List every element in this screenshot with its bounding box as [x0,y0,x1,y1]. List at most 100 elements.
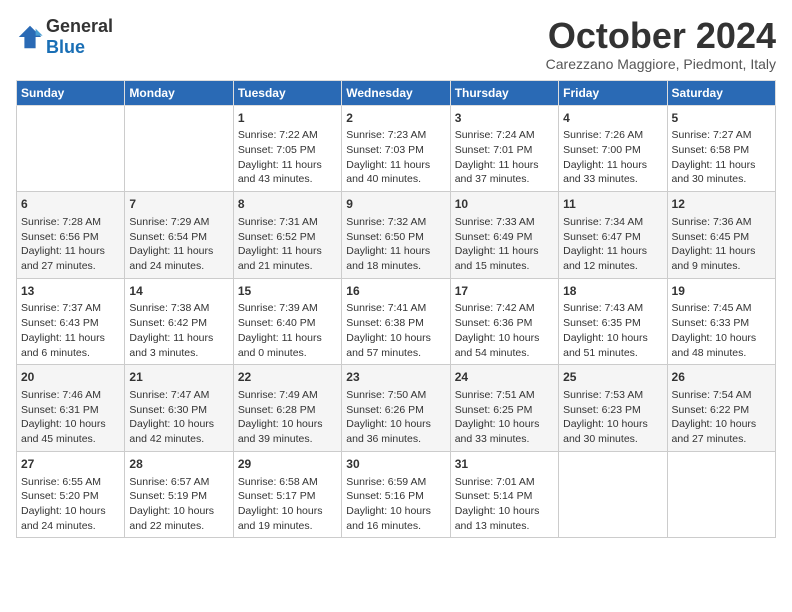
day-number: 26 [672,369,771,386]
day-number: 30 [346,456,445,473]
calendar-cell: 1Sunrise: 7:22 AM Sunset: 7:05 PM Daylig… [233,105,341,192]
cell-sun-info: Sunrise: 7:27 AM Sunset: 6:58 PM Dayligh… [672,128,771,187]
cell-sun-info: Sunrise: 6:59 AM Sunset: 5:16 PM Dayligh… [346,475,445,534]
day-number: 4 [563,110,662,127]
cell-sun-info: Sunrise: 7:28 AM Sunset: 6:56 PM Dayligh… [21,215,120,274]
calendar-cell: 10 Sunrise: 7:33 AM Sunset: 6:49 PM Dayli… [450,192,558,279]
cell-sun-info: Sunrise: 7:49 AM Sunset: 6:28 PM Dayligh… [238,388,337,447]
calendar-cell: 25 Sunrise: 7:53 AM Sunset: 6:23 PM Dayli… [559,365,667,452]
day-number: 16 [346,283,445,300]
day-number: 31 [455,456,554,473]
calendar-cell: 3Sunrise: 7:24 AM Sunset: 7:01 PM Daylig… [450,105,558,192]
cell-sun-info: Sunrise: 7:32 AM Sunset: 6:50 PM Dayligh… [346,215,445,274]
calendar-week-row: 13Sunrise: 7:37 AM Sunset: 6:43 PM Dayli… [17,278,776,365]
logo-blue-text: Blue [46,37,85,57]
cell-sun-info: Sunrise: 7:53 AM Sunset: 6:23 PM Dayligh… [563,388,662,447]
calendar-week-row: 6 Sunrise: 7:28 AM Sunset: 6:56 PM Daylig… [17,192,776,279]
cell-sun-info: Sunrise: 7:45 AM Sunset: 6:33 PM Dayligh… [672,301,771,360]
calendar-cell: 20 Sunrise: 7:46 AM Sunset: 6:31 PM Dayli… [17,365,125,452]
day-number: 25 [563,369,662,386]
calendar-cell: 21Sunrise: 7:47 AM Sunset: 6:30 PM Dayli… [125,365,233,452]
title-block: October 2024 Carezzano Maggiore, Piedmon… [546,16,776,72]
day-number: 7 [129,196,228,213]
calendar-cell [559,451,667,538]
day-number: 3 [455,110,554,127]
page-header: General Blue October 2024 Carezzano Magg… [16,16,776,72]
cell-sun-info: Sunrise: 7:46 AM Sunset: 6:31 PM Dayligh… [21,388,120,447]
day-number: 8 [238,196,337,213]
day-header-sunday: Sunday [17,80,125,105]
calendar-table: SundayMondayTuesdayWednesdayThursdayFrid… [16,80,776,539]
cell-sun-info: Sunrise: 7:34 AM Sunset: 6:47 PM Dayligh… [563,215,662,274]
day-number: 11 [563,196,662,213]
day-number: 18 [563,283,662,300]
day-header-saturday: Saturday [667,80,775,105]
calendar-cell: 27 Sunrise: 6:55 AM Sunset: 5:20 PM Dayli… [17,451,125,538]
calendar-week-row: 27 Sunrise: 6:55 AM Sunset: 5:20 PM Dayli… [17,451,776,538]
cell-sun-info: Sunrise: 7:54 AM Sunset: 6:22 PM Dayligh… [672,388,771,447]
cell-sun-info: Sunrise: 6:58 AM Sunset: 5:17 PM Dayligh… [238,475,337,534]
location-title: Carezzano Maggiore, Piedmont, Italy [546,56,776,72]
day-number: 10 [455,196,554,213]
calendar-cell: 23 Sunrise: 7:50 AM Sunset: 6:26 PM Dayli… [342,365,450,452]
cell-sun-info: Sunrise: 7:22 AM Sunset: 7:05 PM Dayligh… [238,128,337,187]
day-number: 29 [238,456,337,473]
calendar-cell: 2Sunrise: 7:23 AM Sunset: 7:03 PM Daylig… [342,105,450,192]
cell-sun-info: Sunrise: 7:50 AM Sunset: 6:26 PM Dayligh… [346,388,445,447]
calendar-cell: 22Sunrise: 7:49 AM Sunset: 6:28 PM Dayli… [233,365,341,452]
day-header-wednesday: Wednesday [342,80,450,105]
calendar-cell: 24Sunrise: 7:51 AM Sunset: 6:25 PM Dayli… [450,365,558,452]
cell-sun-info: Sunrise: 7:33 AM Sunset: 6:49 PM Dayligh… [455,215,554,274]
day-number: 13 [21,283,120,300]
cell-sun-info: Sunrise: 7:31 AM Sunset: 6:52 PM Dayligh… [238,215,337,274]
calendar-cell: 6 Sunrise: 7:28 AM Sunset: 6:56 PM Daylig… [17,192,125,279]
day-number: 5 [672,110,771,127]
calendar-cell: 26 Sunrise: 7:54 AM Sunset: 6:22 PM Dayli… [667,365,775,452]
calendar-cell: 17Sunrise: 7:42 AM Sunset: 6:36 PM Dayli… [450,278,558,365]
calendar-cell: 31Sunrise: 7:01 AM Sunset: 5:14 PM Dayli… [450,451,558,538]
day-header-tuesday: Tuesday [233,80,341,105]
day-number: 12 [672,196,771,213]
cell-sun-info: Sunrise: 7:42 AM Sunset: 6:36 PM Dayligh… [455,301,554,360]
day-header-thursday: Thursday [450,80,558,105]
day-number: 1 [238,110,337,127]
logo-icon [16,23,44,51]
calendar-cell: 28 Sunrise: 6:57 AM Sunset: 5:19 PM Dayli… [125,451,233,538]
calendar-header-row: SundayMondayTuesdayWednesdayThursdayFrid… [17,80,776,105]
day-number: 14 [129,283,228,300]
day-number: 27 [21,456,120,473]
calendar-cell: 29 Sunrise: 6:58 AM Sunset: 5:17 PM Dayli… [233,451,341,538]
calendar-cell [17,105,125,192]
day-number: 24 [455,369,554,386]
day-number: 6 [21,196,120,213]
cell-sun-info: Sunrise: 7:41 AM Sunset: 6:38 PM Dayligh… [346,301,445,360]
cell-sun-info: Sunrise: 7:26 AM Sunset: 7:00 PM Dayligh… [563,128,662,187]
day-header-monday: Monday [125,80,233,105]
cell-sun-info: Sunrise: 7:38 AM Sunset: 6:42 PM Dayligh… [129,301,228,360]
cell-sun-info: Sunrise: 7:39 AM Sunset: 6:40 PM Dayligh… [238,301,337,360]
cell-sun-info: Sunrise: 7:24 AM Sunset: 7:01 PM Dayligh… [455,128,554,187]
day-number: 28 [129,456,228,473]
day-number: 9 [346,196,445,213]
cell-sun-info: Sunrise: 6:57 AM Sunset: 5:19 PM Dayligh… [129,475,228,534]
calendar-cell: 4Sunrise: 7:26 AM Sunset: 7:00 PM Daylig… [559,105,667,192]
cell-sun-info: Sunrise: 7:37 AM Sunset: 6:43 PM Dayligh… [21,301,120,360]
calendar-cell: 13Sunrise: 7:37 AM Sunset: 6:43 PM Dayli… [17,278,125,365]
cell-sun-info: Sunrise: 6:55 AM Sunset: 5:20 PM Dayligh… [21,475,120,534]
calendar-cell: 19Sunrise: 7:45 AM Sunset: 6:33 PM Dayli… [667,278,775,365]
calendar-cell: 12 Sunrise: 7:36 AM Sunset: 6:45 PM Dayli… [667,192,775,279]
logo-general-text: General [46,16,113,36]
calendar-cell: 5Sunrise: 7:27 AM Sunset: 6:58 PM Daylig… [667,105,775,192]
cell-sun-info: Sunrise: 7:36 AM Sunset: 6:45 PM Dayligh… [672,215,771,274]
day-number: 23 [346,369,445,386]
cell-sun-info: Sunrise: 7:43 AM Sunset: 6:35 PM Dayligh… [563,301,662,360]
day-header-friday: Friday [559,80,667,105]
calendar-week-row: 20 Sunrise: 7:46 AM Sunset: 6:31 PM Dayli… [17,365,776,452]
calendar-cell: 14Sunrise: 7:38 AM Sunset: 6:42 PM Dayli… [125,278,233,365]
cell-sun-info: Sunrise: 7:47 AM Sunset: 6:30 PM Dayligh… [129,388,228,447]
calendar-week-row: 1Sunrise: 7:22 AM Sunset: 7:05 PM Daylig… [17,105,776,192]
day-number: 17 [455,283,554,300]
calendar-cell: 15Sunrise: 7:39 AM Sunset: 6:40 PM Dayli… [233,278,341,365]
cell-sun-info: Sunrise: 7:23 AM Sunset: 7:03 PM Dayligh… [346,128,445,187]
day-number: 20 [21,369,120,386]
